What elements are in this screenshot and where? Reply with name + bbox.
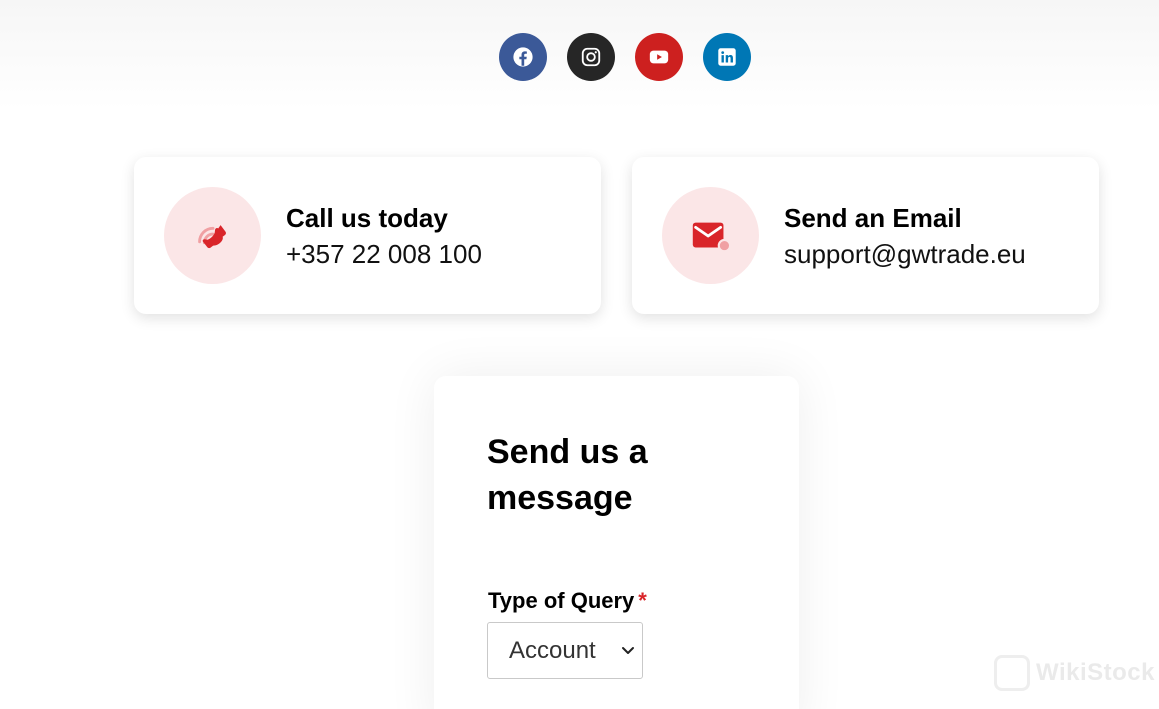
watermark: WikiStock [994, 655, 1155, 691]
query-type-label-text: Type of Query [488, 588, 635, 613]
query-type-label: Type of Query * [488, 588, 647, 614]
watermark-logo-icon [994, 655, 1030, 691]
query-type-select[interactable]: Account [487, 622, 643, 679]
email-address[interactable]: support@gwtrade.eu [784, 239, 1026, 270]
facebook-link[interactable] [499, 33, 547, 81]
form-title: Send us a message [487, 433, 648, 517]
linkedin-icon [718, 48, 736, 66]
phone-icon [197, 224, 226, 248]
watermark-text: WikiStock [1036, 659, 1155, 686]
email-icon-circle [662, 187, 759, 284]
email-card: Send an Email support@gwtrade.eu [632, 157, 1099, 314]
instagram-link[interactable] [567, 33, 615, 81]
envelope-icon [692, 222, 731, 252]
email-title: Send an Email [784, 203, 962, 233]
call-icon-circle [164, 187, 261, 284]
chevron-down-icon [622, 647, 634, 654]
message-form-card: Send us a message Type of Query * Account [434, 376, 799, 709]
call-title: Call us today [286, 203, 448, 233]
linkedin-link[interactable] [703, 33, 751, 81]
instagram-icon [581, 47, 601, 67]
youtube-icon [649, 50, 669, 64]
facebook-icon [513, 47, 533, 67]
required-asterisk: * [638, 588, 647, 613]
phone-number[interactable]: +357 22 008 100 [286, 239, 482, 270]
social-links [499, 33, 751, 81]
youtube-link[interactable] [635, 33, 683, 81]
contact-page: Call us today +357 22 008 100 Send an Em… [0, 0, 1159, 709]
call-card: Call us today +357 22 008 100 [134, 157, 601, 314]
query-type-selected-value: Account [509, 636, 596, 664]
